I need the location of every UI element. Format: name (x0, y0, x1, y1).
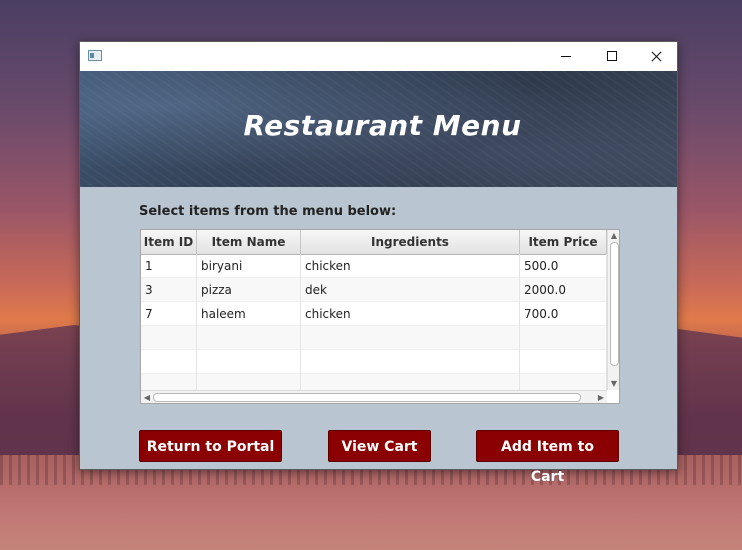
vertical-scrollbar[interactable]: ▲ ▼ (607, 230, 619, 390)
app-window-icon (88, 50, 102, 61)
horizontal-scrollbar[interactable]: ◀ ▶ (141, 390, 607, 403)
instructions-label: Select items from the menu below: (139, 204, 397, 219)
empty-cell (520, 350, 607, 374)
close-icon[interactable] (633, 42, 679, 71)
table-header: Item ID Item Name Ingredients Item Price (141, 230, 607, 255)
cell-item-id: 1 (141, 254, 197, 278)
scroll-up-icon[interactable]: ▲ (608, 230, 619, 242)
cell-item-name: pizza (197, 278, 301, 302)
cell-item-price: 700.0 (520, 302, 607, 326)
empty-cell (520, 326, 607, 350)
vertical-scroll-thumb[interactable] (610, 242, 619, 366)
cell-ingredients: dek (301, 278, 520, 302)
minimize-icon[interactable] (543, 42, 589, 71)
page-title: Restaurant Menu (243, 109, 522, 142)
horizontal-scroll-thumb[interactable] (153, 393, 581, 402)
maximize-icon[interactable] (589, 42, 635, 71)
cell-ingredients: chicken (301, 254, 520, 278)
table-row[interactable]: 3 pizza dek 2000.0 (141, 278, 607, 302)
cell-item-name: biryani (197, 254, 301, 278)
scroll-right-icon[interactable]: ▶ (595, 391, 607, 403)
cell-item-price: 2000.0 (520, 278, 607, 302)
cell-ingredients: chicken (301, 302, 520, 326)
add-item-to-cart-button[interactable]: Add Item to Cart (476, 430, 619, 485)
empty-table-row (141, 350, 607, 374)
table-row[interactable]: 1 biryani chicken 500.0 (141, 254, 607, 278)
cell-item-name: haleem (197, 302, 301, 326)
return-to-portal-button[interactable]: Return to Portal (139, 430, 282, 462)
table-row[interactable]: 7 haleem chicken 700.0 (141, 302, 607, 326)
column-header-item-price[interactable]: Item Price (520, 230, 607, 254)
cell-item-id: 3 (141, 278, 197, 302)
cell-item-id: 7 (141, 302, 197, 326)
table-body: 1 biryani chicken 500.0 3 pizza dek 2000… (141, 254, 607, 398)
empty-cell (141, 350, 197, 374)
scroll-left-icon[interactable]: ◀ (141, 391, 153, 403)
menu-table[interactable]: Item ID Item Name Ingredients Item Price… (140, 229, 620, 404)
restaurant-menu-window: Restaurant Menu Select items from the me… (79, 41, 678, 485)
view-cart-button[interactable]: View Cart (328, 430, 431, 462)
header-banner: Restaurant Menu (80, 71, 677, 187)
scroll-down-icon[interactable]: ▼ (608, 378, 619, 390)
cell-item-price: 500.0 (520, 254, 607, 278)
empty-cell (197, 350, 301, 374)
empty-cell (301, 326, 520, 350)
empty-table-row (141, 326, 607, 350)
empty-cell (141, 326, 197, 350)
title-bar[interactable] (80, 42, 677, 71)
empty-cell (301, 350, 520, 374)
column-header-item-id[interactable]: Item ID (141, 230, 197, 254)
empty-cell (197, 326, 301, 350)
column-header-ingredients[interactable]: Ingredients (301, 230, 520, 254)
column-header-item-name[interactable]: Item Name (197, 230, 301, 254)
